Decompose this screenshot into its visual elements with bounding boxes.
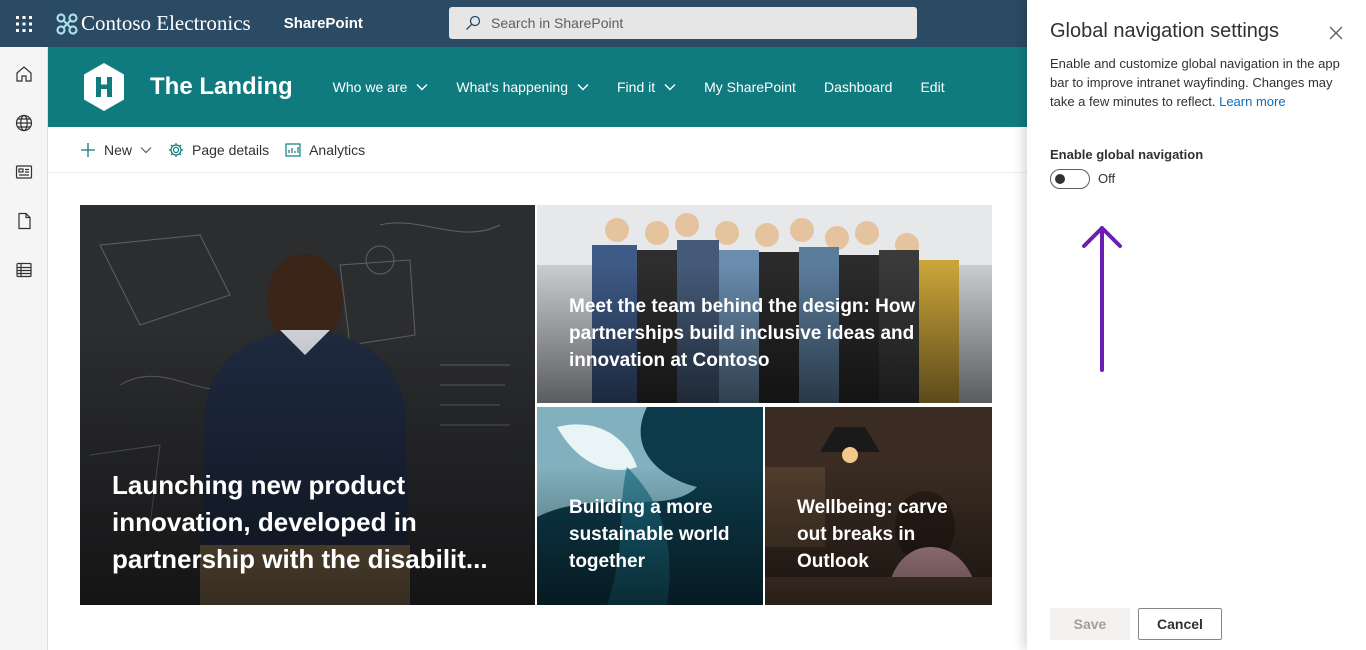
nav-edit[interactable]: Edit [920, 79, 944, 95]
annotation-arrow-icon [1082, 226, 1122, 372]
tile-title: Wellbeing: carve out breaks in Outlook [797, 497, 948, 572]
hero-tile-sustainable[interactable]: Building a more sustainable world togeth… [537, 407, 763, 605]
nav-find-it[interactable]: Find it [617, 79, 676, 95]
plus-icon [81, 142, 95, 157]
chevron-down-icon [140, 146, 152, 153]
document-icon [18, 212, 31, 229]
rail-news[interactable] [0, 147, 48, 196]
panel-description: Enable and customize global navigation i… [1050, 55, 1350, 112]
site-navigation: Who we are What's happening Find it My S… [333, 79, 973, 95]
home-icon [16, 65, 32, 82]
panel-title: Global navigation settings [1050, 20, 1280, 42]
page-details-label: Page details [192, 141, 270, 158]
gear-icon [169, 142, 184, 157]
app-name[interactable]: SharePoint [284, 15, 363, 32]
chevron-down-icon [664, 84, 676, 91]
list-icon [16, 262, 32, 277]
toggle-knob [1055, 174, 1065, 184]
rail-lists[interactable] [0, 245, 48, 294]
description-text: Enable and customize global navigation i… [1050, 56, 1340, 109]
global-navigation-toggle[interactable] [1050, 169, 1090, 189]
chevron-down-icon [416, 84, 428, 91]
site-title[interactable]: The Landing [150, 73, 293, 101]
page-details-button[interactable]: Page details [168, 142, 269, 158]
news-icon [15, 164, 33, 179]
tile-title: Launching new product innovation, develo… [112, 470, 488, 574]
tile-title: Meet the team behind the design: How par… [569, 296, 916, 371]
new-button[interactable]: New [80, 142, 152, 158]
hero-tile-main[interactable]: Launching new product innovation, develo… [80, 205, 535, 605]
command-bar: New Page details Analytics [48, 127, 1028, 173]
app-launcher-button[interactable] [0, 0, 47, 47]
app-bar [0, 47, 48, 650]
globe-icon [15, 114, 33, 131]
save-button[interactable]: Save [1050, 608, 1130, 640]
site-logo-icon[interactable] [82, 62, 126, 112]
waffle-icon [15, 15, 32, 32]
nav-dashboard[interactable]: Dashboard [824, 79, 893, 95]
search-placeholder: Search in SharePoint [491, 15, 624, 31]
analytics-label: Analytics [309, 141, 366, 158]
hero-tile-wellbeing[interactable]: Wellbeing: carve out breaks in Outlook [765, 407, 992, 605]
rail-sites[interactable] [0, 98, 48, 147]
search-box[interactable]: Search in SharePoint [449, 7, 917, 39]
nav-label: What's happening [456, 79, 568, 95]
rail-files[interactable] [0, 196, 48, 245]
global-navigation-panel: Global navigation settings Enable and cu… [1027, 0, 1366, 650]
nav-whats-happening[interactable]: What's happening [456, 79, 589, 95]
nav-label: Who we are [332, 79, 408, 95]
nav-label: Dashboard [823, 79, 893, 95]
nav-label: My SharePoint [704, 79, 796, 95]
close-icon[interactable] [1327, 24, 1345, 42]
nav-label: Find it [617, 79, 656, 95]
chevron-down-icon [577, 84, 589, 91]
learn-more-link[interactable]: Learn more [1219, 94, 1285, 109]
nav-label: Edit [920, 79, 945, 95]
analytics-button[interactable]: Analytics [285, 142, 365, 158]
brand-name: Contoso Electronics [81, 11, 251, 35]
tile-title: Building a more sustainable world togeth… [569, 497, 730, 572]
site-header: The Landing Who we are What's happening … [48, 47, 1028, 127]
new-label: New [104, 141, 133, 158]
search-icon [466, 15, 481, 30]
nav-who-we-are[interactable]: Who we are [333, 79, 429, 95]
rail-home[interactable] [0, 49, 48, 98]
cancel-button[interactable]: Cancel [1138, 608, 1222, 640]
nav-my-sharepoint[interactable]: My SharePoint [704, 79, 796, 95]
brand-logo[interactable]: Contoso Electronics [55, 11, 251, 36]
toggle-state-text: Off [1098, 171, 1116, 186]
hero-tile-team[interactable]: Meet the team behind the design: How par… [537, 205, 992, 403]
contoso-logo-icon [56, 12, 78, 35]
toggle-label: Enable global navigation [1050, 147, 1204, 162]
analytics-icon [285, 142, 301, 157]
